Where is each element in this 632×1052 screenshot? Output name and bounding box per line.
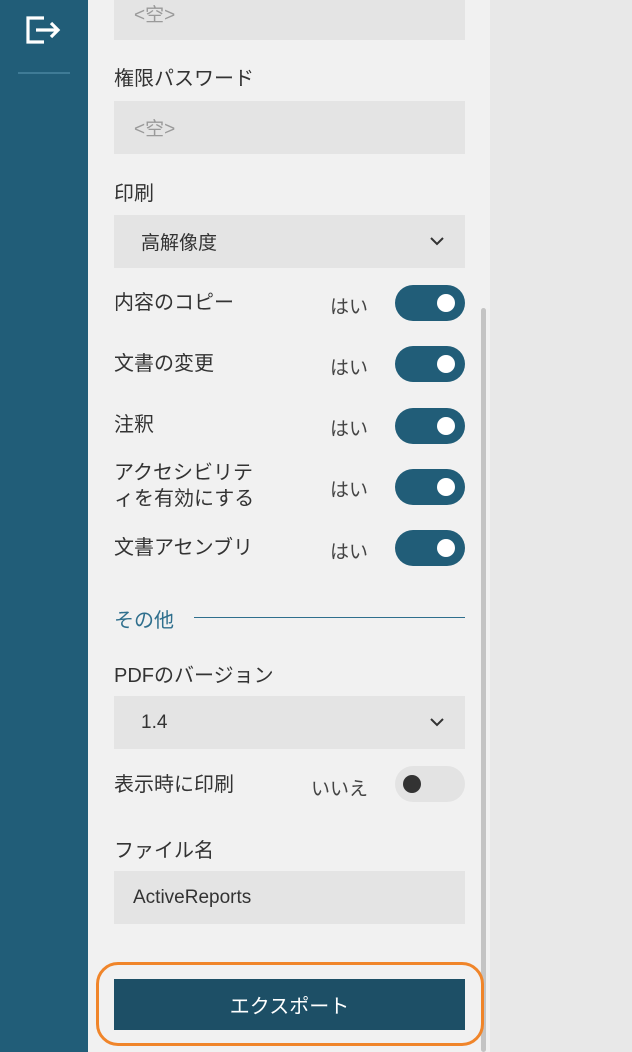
print-on-open-value: いいえ: [310, 779, 368, 800]
toggle-knob: [437, 417, 455, 435]
modify-document-value: はい: [329, 358, 368, 379]
permission-password-placeholder: <空>: [134, 119, 176, 140]
pdf-version-selected-value: 1.4: [141, 711, 168, 733]
file-name-value: ActiveReports: [133, 886, 252, 908]
permission-password-label: 権限パスワード: [114, 68, 254, 90]
sidebar-divider: [18, 72, 70, 74]
password-placeholder: <空>: [134, 5, 176, 26]
toggle-knob: [437, 478, 455, 496]
accessibility-value: はい: [329, 480, 368, 501]
exit-button[interactable]: [22, 12, 64, 48]
toggle-knob: [437, 539, 455, 557]
toggle-knob: [437, 294, 455, 312]
copy-content-value: はい: [329, 297, 368, 318]
accessibility-label: アクセシビリテ ィを有効にする: [114, 460, 254, 512]
file-name-input[interactable]: ActiveReports: [114, 871, 465, 924]
copy-content-label: 内容のコピー: [114, 292, 234, 314]
permission-password-field[interactable]: <空>: [114, 101, 465, 154]
annotations-toggle[interactable]: [395, 408, 465, 444]
document-assembly-toggle[interactable]: [395, 530, 465, 566]
pdf-version-select[interactable]: 1.4: [114, 696, 465, 749]
document-assembly-value: はい: [329, 542, 368, 563]
document-assembly-label: 文書アセンブリ: [114, 537, 253, 559]
chevron-down-icon: [430, 237, 444, 246]
section-divider: [194, 617, 465, 618]
toggle-knob: [437, 355, 455, 373]
chevron-down-icon: [430, 718, 444, 727]
print-on-open-toggle[interactable]: [395, 766, 465, 802]
exit-icon: [26, 16, 61, 44]
pdf-version-label: PDFのバージョン: [114, 665, 274, 687]
annotations-label: 注釈: [114, 414, 154, 436]
file-name-label: ファイル名: [114, 840, 214, 862]
printing-selected-value: 高解像度: [141, 233, 218, 254]
preview-area: [490, 0, 632, 1052]
print-on-open-label: 表示時に印刷: [114, 774, 234, 796]
accessibility-label-line1: アクセシビリテ: [114, 462, 253, 484]
printing-select[interactable]: 高解像度: [114, 215, 465, 268]
modify-document-toggle[interactable]: [395, 346, 465, 382]
other-section-title: その他: [114, 610, 174, 632]
accessibility-toggle[interactable]: [395, 469, 465, 505]
copy-content-toggle[interactable]: [395, 285, 465, 321]
sidebar: [0, 0, 88, 1052]
printing-label: 印刷: [114, 183, 154, 205]
accessibility-label-line2: ィを有効にする: [114, 488, 255, 510]
export-button[interactable]: エクスポート: [114, 979, 465, 1030]
annotations-value: はい: [329, 419, 368, 440]
password-field[interactable]: <空>: [114, 0, 465, 40]
modify-document-label: 文書の変更: [114, 353, 214, 375]
toggle-knob: [403, 775, 421, 793]
panel-scrollbar[interactable]: [481, 308, 486, 1052]
